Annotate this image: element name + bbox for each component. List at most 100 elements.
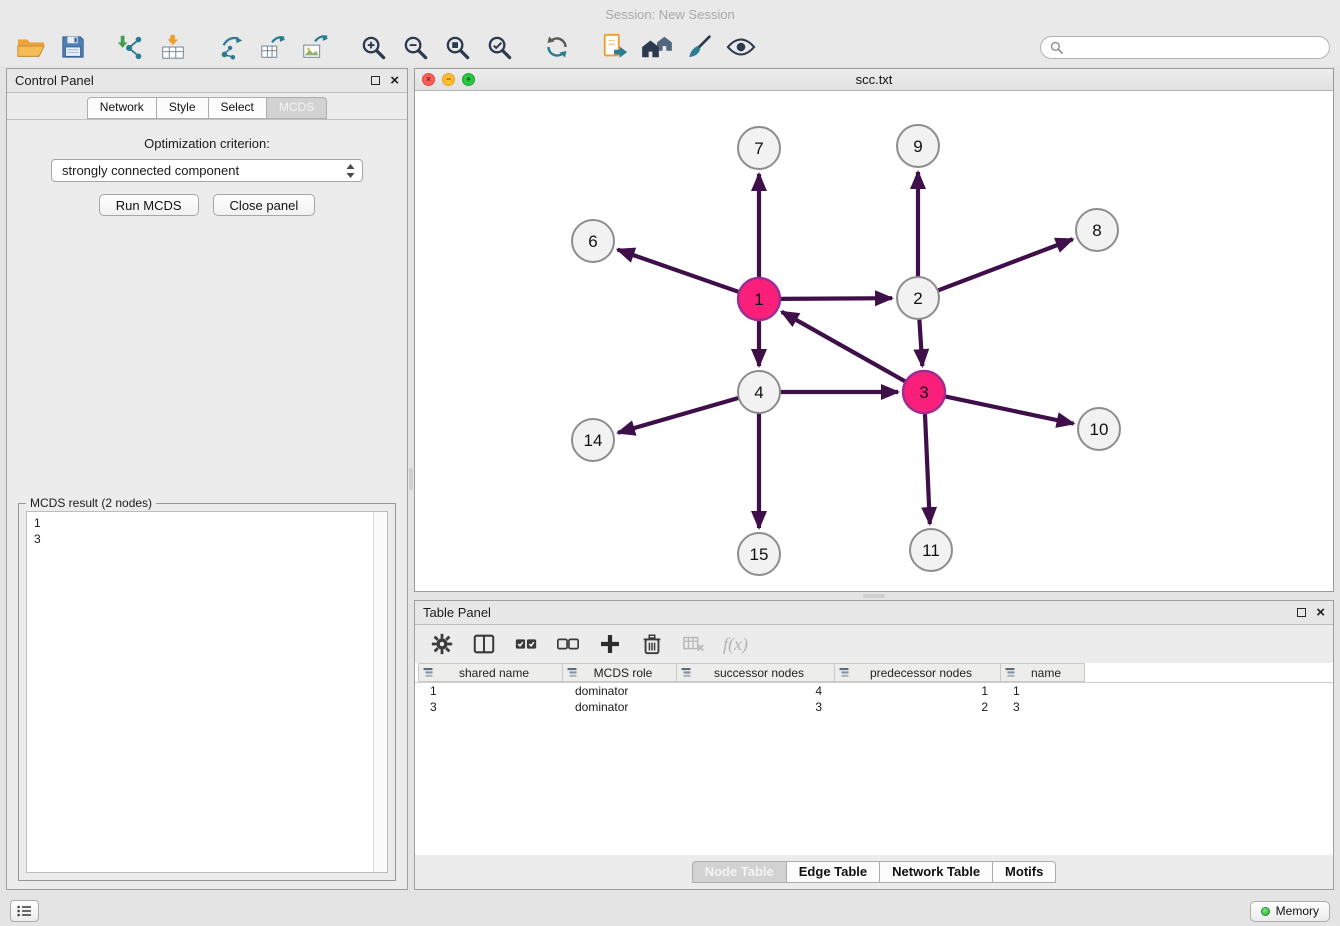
home-icon <box>641 34 673 60</box>
graph-node-9[interactable]: 9 <box>897 125 939 167</box>
unselect-all-button[interactable] <box>555 631 581 657</box>
table-tab-edge-table[interactable]: Edge Table <box>786 861 880 883</box>
export-table-button[interactable] <box>252 30 294 64</box>
float-panel-icon[interactable] <box>371 76 380 85</box>
control-panel-tab-select[interactable]: Select <box>208 97 267 119</box>
window-zoom-button[interactable]: + <box>462 73 475 86</box>
open-file-button[interactable] <box>10 30 52 64</box>
import-network-button[interactable] <box>110 30 152 64</box>
float-table-panel-icon[interactable] <box>1297 608 1306 617</box>
table-cell-mcds-role[interactable]: dominator <box>563 683 677 699</box>
delete-table-button[interactable] <box>681 631 707 657</box>
export-network-button[interactable] <box>210 30 252 64</box>
table-row[interactable]: 1dominator411 <box>415 683 1333 699</box>
control-panel-tab-style[interactable]: Style <box>156 97 209 119</box>
graph-node-4[interactable]: 4 <box>738 371 780 413</box>
export-image-button[interactable] <box>294 30 336 64</box>
table-cell-predecessor-nodes[interactable]: 1 <box>835 683 1001 699</box>
control-panel-tab-network[interactable]: Network <box>87 97 157 119</box>
delete-table-icon <box>682 632 706 656</box>
save-icon <box>60 34 86 60</box>
table-cell-name[interactable]: 1 <box>1001 683 1085 699</box>
column-header-shared-name[interactable]: shared name <box>418 663 563 682</box>
column-header-predecessor-nodes[interactable]: predecessor nodes <box>835 663 1001 682</box>
graph-node-15[interactable]: 15 <box>738 533 780 575</box>
show-hide-button[interactable] <box>720 30 762 64</box>
save-session-button[interactable] <box>52 30 94 64</box>
result-scrollbar[interactable] <box>373 512 387 872</box>
copy-view-button[interactable] <box>594 30 636 64</box>
import-network-icon <box>117 33 145 61</box>
graph-node-10[interactable]: 10 <box>1078 408 1120 450</box>
zoom-in-button[interactable] <box>352 30 394 64</box>
memory-indicator-dot <box>1261 907 1270 916</box>
graph-node-3[interactable]: 3 <box>903 371 945 413</box>
split-columns-button[interactable] <box>471 631 497 657</box>
run-mcds-button[interactable]: Run MCDS <box>99 194 199 216</box>
close-table-panel-icon[interactable]: × <box>1316 607 1325 619</box>
graph-node-7[interactable]: 7 <box>738 127 780 169</box>
table-cell-shared-name[interactable]: 3 <box>418 699 563 715</box>
search-field[interactable] <box>1040 36 1330 59</box>
table-cell-successor-nodes[interactable]: 3 <box>677 699 835 715</box>
home-first-neighbors-button[interactable] <box>636 30 678 64</box>
task-history-button[interactable] <box>10 900 39 922</box>
zoom-out-button[interactable] <box>394 30 436 64</box>
network-canvas[interactable]: 7 9 6 8 1 2 4 3 14 10 15 11 <box>415 91 1333 591</box>
graph-edge-2-8[interactable] <box>938 239 1073 290</box>
column-header-name[interactable]: name <box>1001 663 1085 682</box>
vertical-splitter[interactable] <box>408 68 414 890</box>
zoom-in-icon <box>360 34 387 61</box>
table-settings-button[interactable] <box>429 631 455 657</box>
optimization-dropdown[interactable]: strongly connected component <box>51 159 363 182</box>
graph-node-1[interactable]: 1 <box>738 278 780 320</box>
refresh-layout-button[interactable] <box>536 30 578 64</box>
mcds-result-node: 1 <box>34 515 380 531</box>
graph-node-2[interactable]: 2 <box>897 277 939 319</box>
table-cell-shared-name[interactable]: 1 <box>418 683 563 699</box>
table-tab-network-table[interactable]: Network Table <box>879 861 993 883</box>
column-header-successor-nodes[interactable]: successor nodes <box>677 663 835 682</box>
zoom-fit-button[interactable] <box>436 30 478 64</box>
graph-node-8[interactable]: 8 <box>1076 209 1118 251</box>
trash-icon <box>640 632 664 656</box>
select-all-button[interactable] <box>513 631 539 657</box>
graph-edge-3-10[interactable] <box>945 396 1074 423</box>
apply-style-button[interactable] <box>678 30 720 64</box>
window-close-button[interactable]: × <box>422 73 435 86</box>
table-cell-name[interactable]: 3 <box>1001 699 1085 715</box>
horizontal-splitter[interactable] <box>414 592 1334 600</box>
graph-edge-4-14[interactable] <box>618 398 739 433</box>
delete-row-button[interactable] <box>639 631 665 657</box>
search-input[interactable] <box>1068 40 1320 55</box>
table-cell-predecessor-nodes[interactable]: 2 <box>835 699 1001 715</box>
graph-edge-1-2[interactable] <box>780 298 892 299</box>
close-panel-button[interactable]: Close panel <box>213 194 316 216</box>
table-tab-motifs[interactable]: Motifs <box>992 861 1056 883</box>
network-graph[interactable]: 7 9 6 8 1 2 4 3 14 10 15 11 <box>415 91 1333 591</box>
import-table-button[interactable] <box>152 30 194 64</box>
graph-edge-1-6[interactable] <box>618 250 740 292</box>
graph-edge-3-1[interactable] <box>782 312 906 382</box>
table-row[interactable]: 3dominator323 <box>415 699 1333 715</box>
window-minimize-button[interactable]: − <box>442 73 455 86</box>
graph-node-14[interactable]: 14 <box>572 419 614 461</box>
network-window-titlebar[interactable]: × − + scc.txt <box>415 69 1333 91</box>
zoom-selected-button[interactable] <box>478 30 520 64</box>
graph-node-11[interactable]: 11 <box>910 529 952 571</box>
graph-edge-2-3[interactable] <box>919 319 922 366</box>
svg-text:3: 3 <box>919 383 928 402</box>
graph-edge-3-11[interactable] <box>925 413 930 524</box>
graph-node-6[interactable]: 6 <box>572 220 614 262</box>
status-bar: Memory <box>0 896 1340 926</box>
memory-button[interactable]: Memory <box>1250 901 1330 922</box>
table-cell-successor-nodes[interactable]: 4 <box>677 683 835 699</box>
close-control-panel-icon[interactable]: × <box>390 75 399 87</box>
add-row-button[interactable] <box>597 631 623 657</box>
table-tab-node-table[interactable]: Node Table <box>692 861 787 883</box>
table-cell-mcds-role[interactable]: dominator <box>563 699 677 715</box>
control-panel-tab-mcds[interactable]: MCDS <box>266 97 327 119</box>
table-header-row: shared nameMCDS rolesuccessor nodesprede… <box>415 663 1333 683</box>
column-header-mcds-role[interactable]: MCDS role <box>563 663 677 682</box>
function-builder-icon[interactable]: f(x) <box>723 634 748 655</box>
